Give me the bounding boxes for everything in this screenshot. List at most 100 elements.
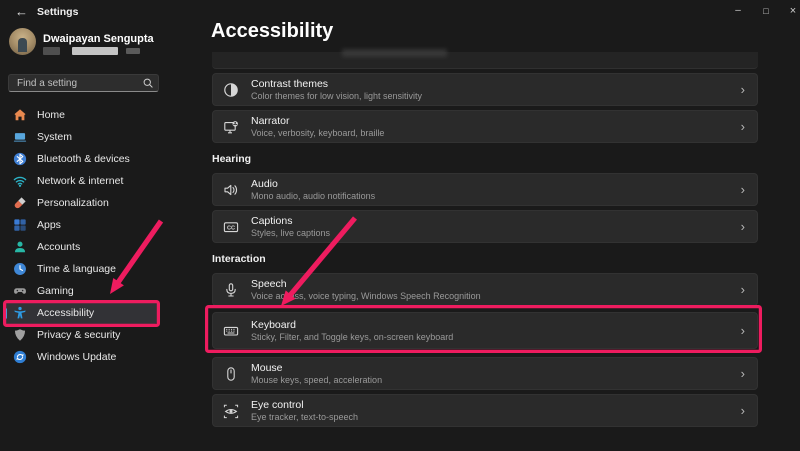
blurred-text: [342, 49, 447, 57]
chevron-right-icon: ›: [741, 323, 745, 338]
chevron-right-icon: ›: [741, 219, 745, 234]
settings-card-speech[interactable]: SpeechVoice access, voice typing, Window…: [212, 273, 758, 306]
section-header-hearing: Hearing: [212, 151, 758, 167]
audio-icon: [223, 182, 239, 198]
sidebar-item-label: Bluetooth & devices: [37, 153, 130, 165]
chevron-right-icon: ›: [741, 82, 745, 97]
card-title: Keyboard: [251, 319, 453, 332]
eye-control-icon: [223, 403, 239, 419]
sidebar-item-label: Apps: [37, 219, 61, 231]
card-text: AudioMono audio, audio notifications: [251, 178, 375, 202]
settings-card-captions[interactable]: CC CaptionsStyles, live captions ›: [212, 210, 758, 243]
settings-card-narrator[interactable]: NarratorVoice, verbosity, keyboard, brai…: [212, 110, 758, 143]
update-icon: [13, 350, 27, 364]
mouse-icon: [223, 366, 239, 382]
sidebar-item-accessibility[interactable]: Accessibility: [4, 302, 158, 324]
sidebar-item-windows-update[interactable]: Windows Update: [4, 346, 158, 368]
card-text: SpeechVoice access, voice typing, Window…: [251, 278, 481, 302]
card-subtitle: Voice, verbosity, keyboard, braille: [251, 128, 384, 139]
card-title: Contrast themes: [251, 78, 422, 91]
sidebar-item-label: Accounts: [37, 241, 80, 253]
sidebar-item-accounts[interactable]: Accounts: [4, 236, 158, 258]
bluetooth-icon: [13, 152, 27, 166]
card-subtitle: Color themes for low vision, light sensi…: [251, 91, 422, 102]
section-header-interaction: Interaction: [212, 251, 758, 267]
sidebar-nav: Home System Bluetooth & devices Network & i…: [4, 104, 158, 368]
maximize-button[interactable]: □: [758, 3, 774, 19]
user-name: Dwaipayan Sengupta: [43, 33, 154, 45]
personalization-icon: [13, 196, 27, 210]
card-subtitle: Voice access, voice typing, Windows Spee…: [251, 291, 481, 302]
redacted-info: [126, 48, 140, 54]
settings-card-keyboard[interactable]: KeyboardSticky, Filter, and Toggle keys,…: [212, 312, 758, 349]
card-text: MouseMouse keys, speed, acceleration: [251, 362, 382, 386]
sidebar-item-gaming[interactable]: Gaming: [4, 280, 158, 302]
sidebar-item-network-internet[interactable]: Network & internet: [4, 170, 158, 192]
redacted-info: [72, 47, 118, 55]
accounts-icon: [13, 240, 27, 254]
system-icon: [13, 130, 27, 144]
sidebar-item-personalization[interactable]: Personalization: [4, 192, 158, 214]
settings-card-contrast-themes[interactable]: Contrast themesColor themes for low visi…: [212, 73, 758, 106]
card-title: Captions: [251, 215, 330, 228]
sidebar-item-privacy-security[interactable]: Privacy & security: [4, 324, 158, 346]
card-text: NarratorVoice, verbosity, keyboard, brai…: [251, 115, 384, 139]
card-text: Contrast themesColor themes for low visi…: [251, 78, 422, 102]
sidebar-item-apps[interactable]: Apps: [4, 214, 158, 236]
card-subtitle: Styles, live captions: [251, 228, 330, 239]
card-subtitle: Mono audio, audio notifications: [251, 191, 375, 202]
card-text: KeyboardSticky, Filter, and Toggle keys,…: [251, 319, 453, 343]
chevron-right-icon: ›: [741, 182, 745, 197]
settings-list: Contrast themesColor themes for low visi…: [212, 52, 758, 431]
sidebar-item-bluetooth-devices[interactable]: Bluetooth & devices: [4, 148, 158, 170]
card-subtitle: Sticky, Filter, and Toggle keys, on-scre…: [251, 332, 453, 343]
card-title: Mouse: [251, 362, 382, 375]
card-subtitle: Mouse keys, speed, acceleration: [251, 375, 382, 386]
page-title: Accessibility: [211, 20, 333, 43]
home-icon: [13, 108, 27, 122]
settings-card-mouse[interactable]: MouseMouse keys, speed, acceleration ›: [212, 357, 758, 390]
contrast-icon: [223, 82, 239, 98]
sidebar-item-label: Gaming: [37, 285, 74, 297]
card-title: Speech: [251, 278, 481, 291]
sidebar-item-home[interactable]: Home: [4, 104, 158, 126]
sidebar-item-label: System: [37, 131, 72, 143]
sidebar-item-label: Time & language: [37, 263, 116, 275]
sidebar-item-label: Privacy & security: [37, 329, 120, 341]
sidebar-item-label: Personalization: [37, 197, 109, 209]
close-button[interactable]: ×: [785, 3, 800, 19]
chevron-right-icon: ›: [741, 119, 745, 134]
gaming-icon: [13, 284, 27, 298]
app-title: Settings: [37, 6, 78, 18]
accessibility-icon: [13, 306, 27, 320]
speech-icon: [223, 282, 239, 298]
search-input[interactable]: [8, 74, 159, 92]
avatar[interactable]: [9, 28, 36, 55]
chevron-right-icon: ›: [741, 403, 745, 418]
sidebar-item-label: Network & internet: [37, 175, 123, 187]
chevron-right-icon: ›: [741, 282, 745, 297]
chevron-right-icon: ›: [741, 366, 745, 381]
sidebar-item-label: Home: [37, 109, 65, 121]
settings-card-eye-control[interactable]: Eye controlEye tracker, text-to-speech ›: [212, 394, 758, 427]
back-icon[interactable]: ←: [15, 4, 28, 19]
card-subtitle: Eye tracker, text-to-speech: [251, 412, 358, 423]
network-icon: [13, 174, 27, 188]
time-icon: [13, 262, 27, 276]
minimize-button[interactable]: –: [730, 3, 746, 19]
settings-card-audio[interactable]: AudioMono audio, audio notifications ›: [212, 173, 758, 206]
sidebar-item-system[interactable]: System: [4, 126, 158, 148]
card-title: Narrator: [251, 115, 384, 128]
privacy-icon: [13, 328, 27, 342]
card-title: Audio: [251, 178, 375, 191]
svg-text:CC: CC: [227, 225, 235, 231]
card-text: Eye controlEye tracker, text-to-speech: [251, 399, 358, 423]
card-text: CaptionsStyles, live captions: [251, 215, 330, 239]
redacted-info: [43, 47, 60, 55]
captions-icon: CC: [223, 219, 239, 235]
sidebar-item-label: Accessibility: [37, 307, 94, 319]
sidebar-item-time-language[interactable]: Time & language: [4, 258, 158, 280]
card-title: Eye control: [251, 399, 358, 412]
narrator-icon: [223, 119, 239, 135]
apps-icon: [13, 218, 27, 232]
